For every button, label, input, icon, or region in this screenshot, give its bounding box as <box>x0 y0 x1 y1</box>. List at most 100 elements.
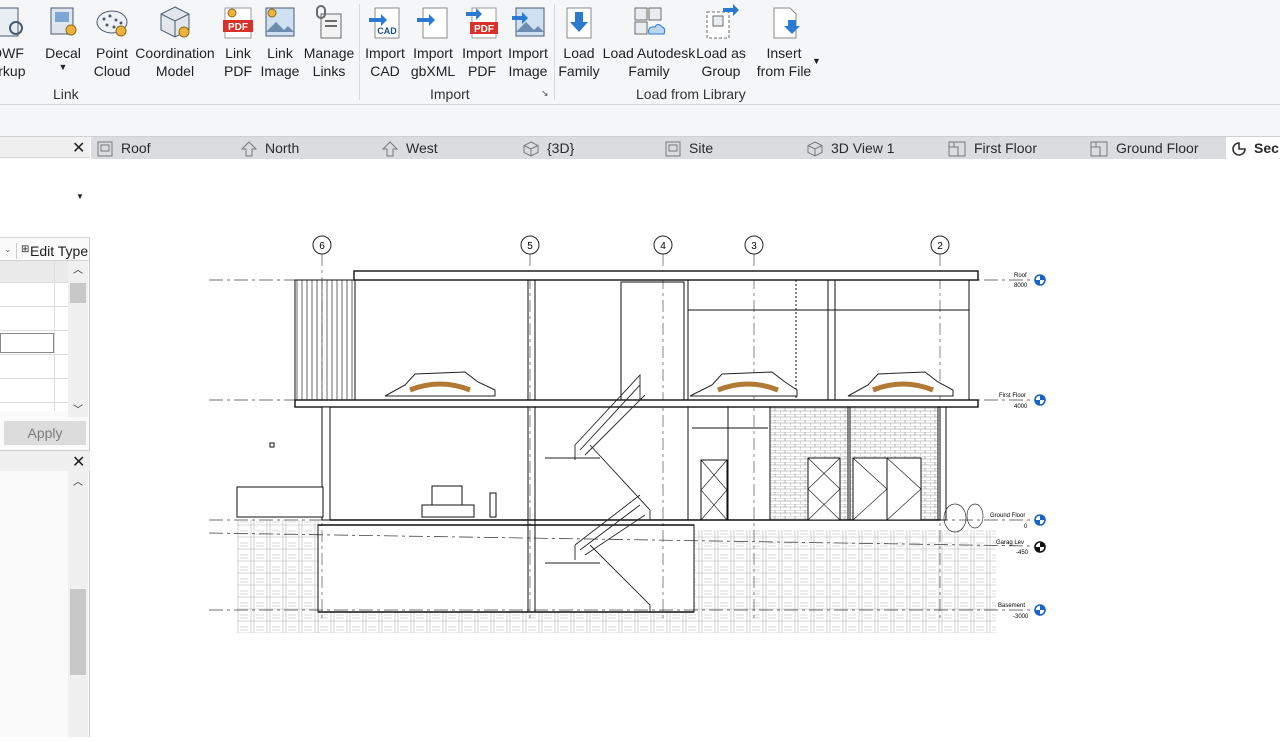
apply-button[interactable]: Apply <box>4 421 86 445</box>
point-cloud-button[interactable]: Point Cloud <box>82 4 142 88</box>
earth-hatch <box>237 520 319 633</box>
chevron-up-icon[interactable]: ︿ <box>73 261 83 276</box>
tab-3d[interactable]: {3D} <box>523 137 574 159</box>
scrollbar-thumb[interactable] <box>70 283 86 303</box>
svg-text:-450: -450 <box>1016 550 1029 556</box>
earth-hatch <box>318 612 694 633</box>
svg-text:8000: 8000 <box>1014 283 1028 289</box>
svg-text:0: 0 <box>1024 524 1028 530</box>
image-icon <box>265 7 295 37</box>
grid-bubble-4[interactable]: 4 <box>653 235 673 255</box>
insert-from-file-button[interactable]: Insert from File <box>754 4 814 88</box>
tab-north[interactable]: North <box>241 137 299 159</box>
floor-plan-icon <box>1090 141 1108 157</box>
property-value-input[interactable] <box>0 333 54 353</box>
group-label-import: Import <box>430 86 470 102</box>
svg-text:PDF: PDF <box>228 22 248 33</box>
tab-3d-view-1[interactable]: 3D View 1 <box>807 137 895 159</box>
load-group-icon <box>706 4 739 39</box>
svg-text:4: 4 <box>660 241 666 252</box>
load-autodesk-family-button[interactable]: Load Autodesk Family <box>602 4 696 88</box>
tab-section[interactable]: Sec <box>1226 137 1280 159</box>
level-head-basement[interactable]: Basement -3000 <box>998 603 1046 620</box>
edit-type-button[interactable]: Edit Type <box>30 243 88 259</box>
type-selector[interactable]: ▼ <box>0 158 90 238</box>
dialog-launcher-icon[interactable]: ↘ <box>541 88 549 99</box>
level-head-roof[interactable]: Roof 8000 <box>1014 273 1046 289</box>
tab-ground-floor[interactable]: Ground Floor <box>1090 137 1198 159</box>
svg-text:Roof: Roof <box>1014 273 1027 279</box>
tab-west[interactable]: West <box>382 137 438 159</box>
instance-row: ⌄ ⊞ Edit Type <box>0 241 90 261</box>
sofa-furniture <box>421 485 497 518</box>
chevron-down-icon[interactable]: ﹀ <box>73 401 83 416</box>
chevron-down-icon[interactable]: ⌄ <box>4 244 12 255</box>
decal-icon <box>50 7 77 36</box>
load-family-button[interactable]: Load Family <box>549 4 609 88</box>
scrollbar[interactable]: ︿ ﹀ <box>68 261 88 417</box>
earth-hatch <box>694 530 996 633</box>
elevation-icon <box>241 141 257 157</box>
coordination-model-icon <box>160 6 190 38</box>
3d-view-icon <box>523 141 539 157</box>
svg-text:3: 3 <box>751 241 757 252</box>
svg-text:Basement: Basement <box>998 603 1025 609</box>
selection-marker[interactable] <box>269 442 275 448</box>
image-import-icon <box>512 7 545 37</box>
grid-bubble-5[interactable]: 5 <box>520 235 540 255</box>
bed-furniture <box>384 371 954 397</box>
pdf-import-icon: PDF <box>466 7 498 39</box>
properties-panel: ✕ ▼ ⌄ ⊞ Edit Type ︿ ﹀ Apply ✕ ︿ <box>0 137 90 737</box>
elevation-icon <box>382 141 398 157</box>
svg-text:4000: 4000 <box>1014 404 1028 410</box>
dwf-markup-icon <box>0 7 23 37</box>
level-head-ground-floor[interactable]: Ground Floor 0 <box>990 513 1046 530</box>
section-drawing[interactable]: 6 5 4 3 2 Roof 8000 First Floor 4000 Gro… <box>91 159 1280 737</box>
view-tab-bar: Roof North West {3D} Site 3D View 1 Firs… <box>91 137 1280 159</box>
planter <box>943 503 984 533</box>
tab-site[interactable]: Site <box>665 137 713 159</box>
cloud-family-icon <box>634 7 666 35</box>
close-icon[interactable]: ✕ <box>72 138 85 158</box>
scrollbar-thumb[interactable] <box>70 589 86 675</box>
grid-bubble-2[interactable]: 2 <box>930 235 950 255</box>
coordination-model-button[interactable]: Coordination Model <box>135 4 215 88</box>
svg-text:-3000: -3000 <box>1013 614 1029 620</box>
level-head-first-floor[interactable]: First Floor 4000 <box>999 393 1046 410</box>
svg-text:CAD: CAD <box>377 26 397 36</box>
point-cloud-icon <box>96 10 128 37</box>
stairs <box>545 373 651 612</box>
manage-links-icon <box>316 5 342 39</box>
svg-text:5: 5 <box>527 241 533 252</box>
level-head-garage-level[interactable]: Garag Lev -450 <box>996 540 1046 556</box>
group-label-link: Link <box>53 86 79 102</box>
cad-import-icon: CAD <box>369 7 400 39</box>
svg-text:Garag Lev: Garag Lev <box>996 540 1024 546</box>
chevron-down-icon[interactable]: ▼ <box>812 56 821 66</box>
group-label-load-from-library: Load from Library <box>636 86 746 102</box>
tab-roof[interactable]: Roof <box>97 137 151 159</box>
scrollbar[interactable]: ︿ <box>68 471 88 737</box>
close-icon[interactable]: ✕ <box>72 452 85 472</box>
section-icon <box>1232 142 1246 157</box>
manage-links-button[interactable]: Manage Links <box>299 4 359 88</box>
drawing-canvas[interactable]: 6 5 4 3 2 Roof 8000 First Floor 4000 Gro… <box>91 159 1280 737</box>
gbxml-import-icon <box>417 7 448 39</box>
edit-type-icon: ⊞ <box>21 244 30 255</box>
ribbon: DWF arkup Decal ▼ Point Cloud Coordinati… <box>0 0 1280 105</box>
svg-text:Ground Floor: Ground Floor <box>990 513 1025 519</box>
svg-text:PDF: PDF <box>474 24 494 35</box>
3d-view-icon <box>807 141 823 157</box>
load-as-group-button[interactable]: Load as Group <box>691 4 751 88</box>
svg-text:6: 6 <box>319 241 325 252</box>
options-bar <box>0 105 1280 137</box>
chevron-down-icon: ▼ <box>76 192 84 201</box>
grid-bubble-3[interactable]: 3 <box>744 235 764 255</box>
grid-bubble-6[interactable]: 6 <box>312 235 332 255</box>
plan-view-icon <box>665 141 681 157</box>
panel-header: ✕ <box>0 137 90 158</box>
doors <box>807 457 922 521</box>
tab-first-floor[interactable]: First Floor <box>948 137 1037 159</box>
browser-header: ✕ <box>0 450 90 471</box>
chevron-up-icon[interactable]: ︿ <box>73 473 83 488</box>
